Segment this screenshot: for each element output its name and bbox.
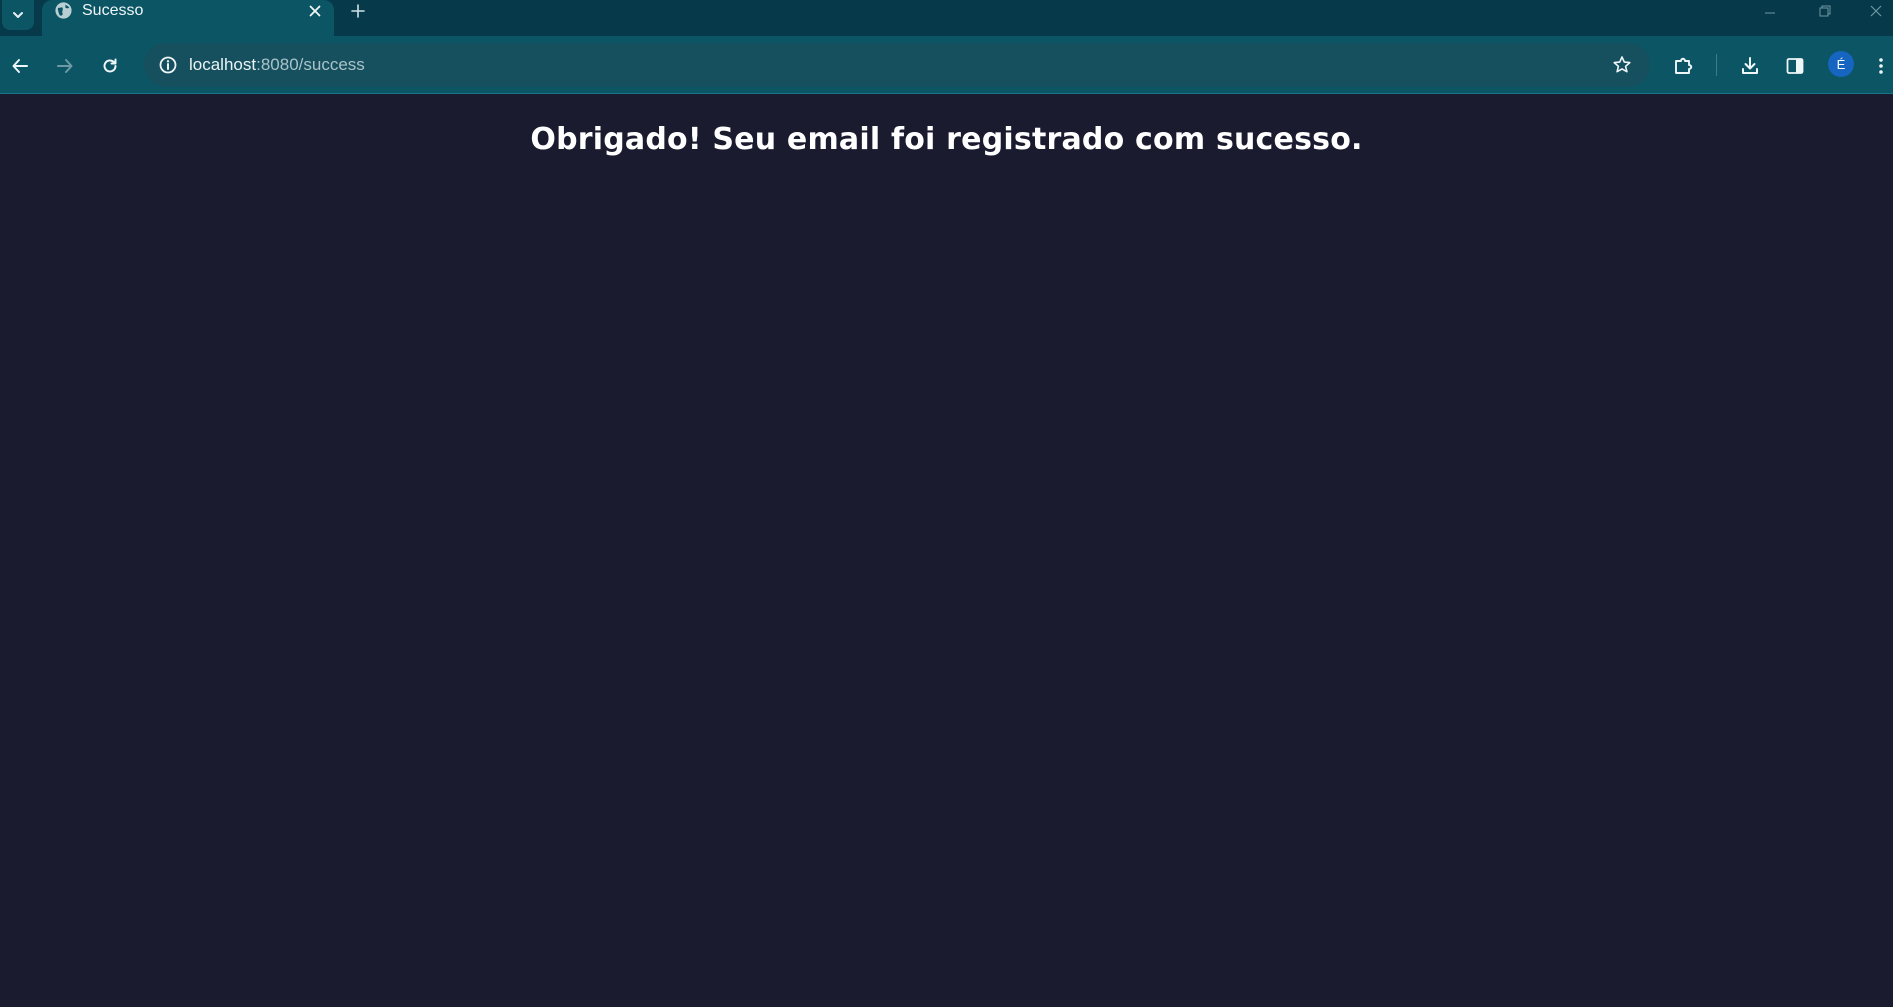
new-tab-button[interactable] [347,0,369,22]
browser-toolbar: localhost:8080/success É [0,36,1893,94]
tab-close-button[interactable] [304,0,326,22]
window-close-button[interactable] [1858,0,1893,22]
back-button[interactable] [3,49,37,83]
tab-strip: Sucesso [0,0,1893,36]
info-icon [159,56,177,74]
downloads-button[interactable] [1733,49,1767,83]
url-host: localhost [189,55,257,74]
star-icon [1613,56,1631,73]
tab-title: Sucesso [82,2,144,19]
browser-chrome: Sucesso localhost:8080/success É [0,0,1893,94]
restore-icon [1819,5,1831,17]
browser-menu-button[interactable] [1868,49,1893,83]
url-path: :8080/success [256,55,365,74]
address-bar[interactable]: localhost:8080/success [144,43,1650,87]
success-message: Obrigado! Seu email foi registrado com s… [530,122,1363,157]
bookmark-button[interactable] [1608,51,1636,79]
side-panel-button[interactable] [1778,49,1812,83]
close-icon [309,5,321,17]
restore-button[interactable] [1802,0,1848,22]
arrow-right-icon [57,59,73,73]
page-viewport: Obrigado! Seu email foi registrado com s… [0,94,1893,1007]
arrow-left-icon [12,59,28,73]
side-panel-icon [1786,58,1804,74]
profile-avatar[interactable]: É [1828,51,1854,77]
reload-button[interactable] [93,49,127,83]
site-info-button[interactable] [154,51,182,79]
toolbar-divider [1716,54,1717,76]
globe-icon [55,2,72,19]
plus-icon [351,4,365,18]
forward-button[interactable] [48,49,82,83]
close-icon [1870,5,1881,17]
kebab-menu-icon [1878,58,1883,74]
reload-icon [103,58,117,73]
minimize-icon [1765,12,1775,14]
puzzle-icon [1675,57,1693,74]
download-icon [1742,57,1758,74]
minimize-button[interactable] [1747,0,1793,22]
url-text[interactable]: localhost:8080/success [189,43,365,87]
tab-active[interactable]: Sucesso [42,0,334,36]
chevron-down-icon [13,12,23,18]
extensions-button[interactable] [1667,49,1701,83]
tab-search-button[interactable] [2,0,34,30]
